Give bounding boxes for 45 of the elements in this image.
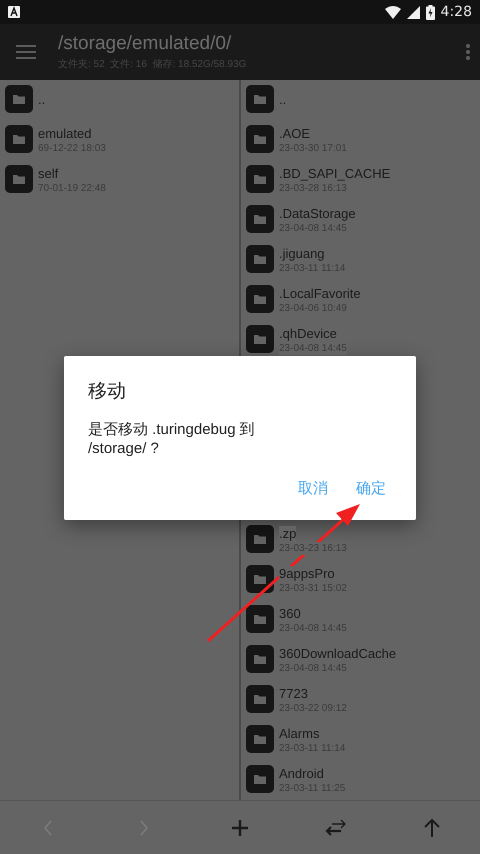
folder-icon — [246, 85, 274, 115]
folder-icon — [246, 765, 274, 795]
folder-row[interactable]: .. — [241, 80, 480, 120]
folder-name: 360 — [279, 606, 301, 622]
folder-name: .BD_SAPI_CACHE — [279, 166, 390, 182]
folder-name: .qhDevice — [279, 326, 337, 342]
folder-path: /storage/emulated/0/ — [58, 33, 232, 55]
app-notification-icon — [8, 6, 20, 18]
folder-icon — [246, 205, 274, 235]
folder-icon — [246, 165, 274, 195]
wifi-icon — [384, 6, 401, 18]
folder-icon — [5, 165, 33, 195]
folder-icon — [246, 245, 274, 275]
folder-icon — [246, 605, 274, 635]
folder-icon — [246, 685, 274, 715]
folder-name: emulated — [38, 126, 92, 142]
folder-icon — [246, 645, 274, 675]
folder-name: .AOE — [279, 126, 310, 142]
folder-name: .LocalFavorite — [279, 286, 361, 302]
more-options-icon[interactable] — [466, 44, 470, 60]
dialog-message: 是否移动 .turingdebug 到 /storage/ ? — [88, 420, 256, 458]
folder-name: Alarms — [279, 726, 320, 742]
folder-name: Android — [279, 766, 324, 782]
folder-icon — [246, 325, 274, 355]
folder-name: 9appsPro — [279, 566, 335, 582]
folder-icon — [246, 125, 274, 155]
battery-icon — [426, 4, 435, 20]
folder-row[interactable]: .. — [0, 80, 239, 120]
cancel-button[interactable]: 取消 — [298, 477, 328, 500]
folder-name: 7723 — [279, 686, 308, 702]
folder-icon — [246, 285, 274, 315]
folder-icon — [5, 125, 33, 155]
folder-name: 360DownloadCache — [279, 646, 396, 662]
folder-name: .jiguang — [279, 246, 325, 262]
signal-icon — [406, 6, 420, 18]
folder-name: self — [38, 166, 58, 182]
folder-icon — [246, 725, 274, 755]
folder-name: .DataStorage — [279, 206, 356, 222]
clock-time: 4:28 — [440, 4, 472, 20]
dialog-title: 移动 — [88, 380, 127, 404]
folder-icon — [246, 565, 274, 595]
folder-icon — [5, 85, 33, 115]
folder-icon — [246, 525, 274, 555]
menu-icon[interactable] — [16, 45, 36, 59]
confirm-button[interactable]: 确定 — [356, 477, 386, 500]
